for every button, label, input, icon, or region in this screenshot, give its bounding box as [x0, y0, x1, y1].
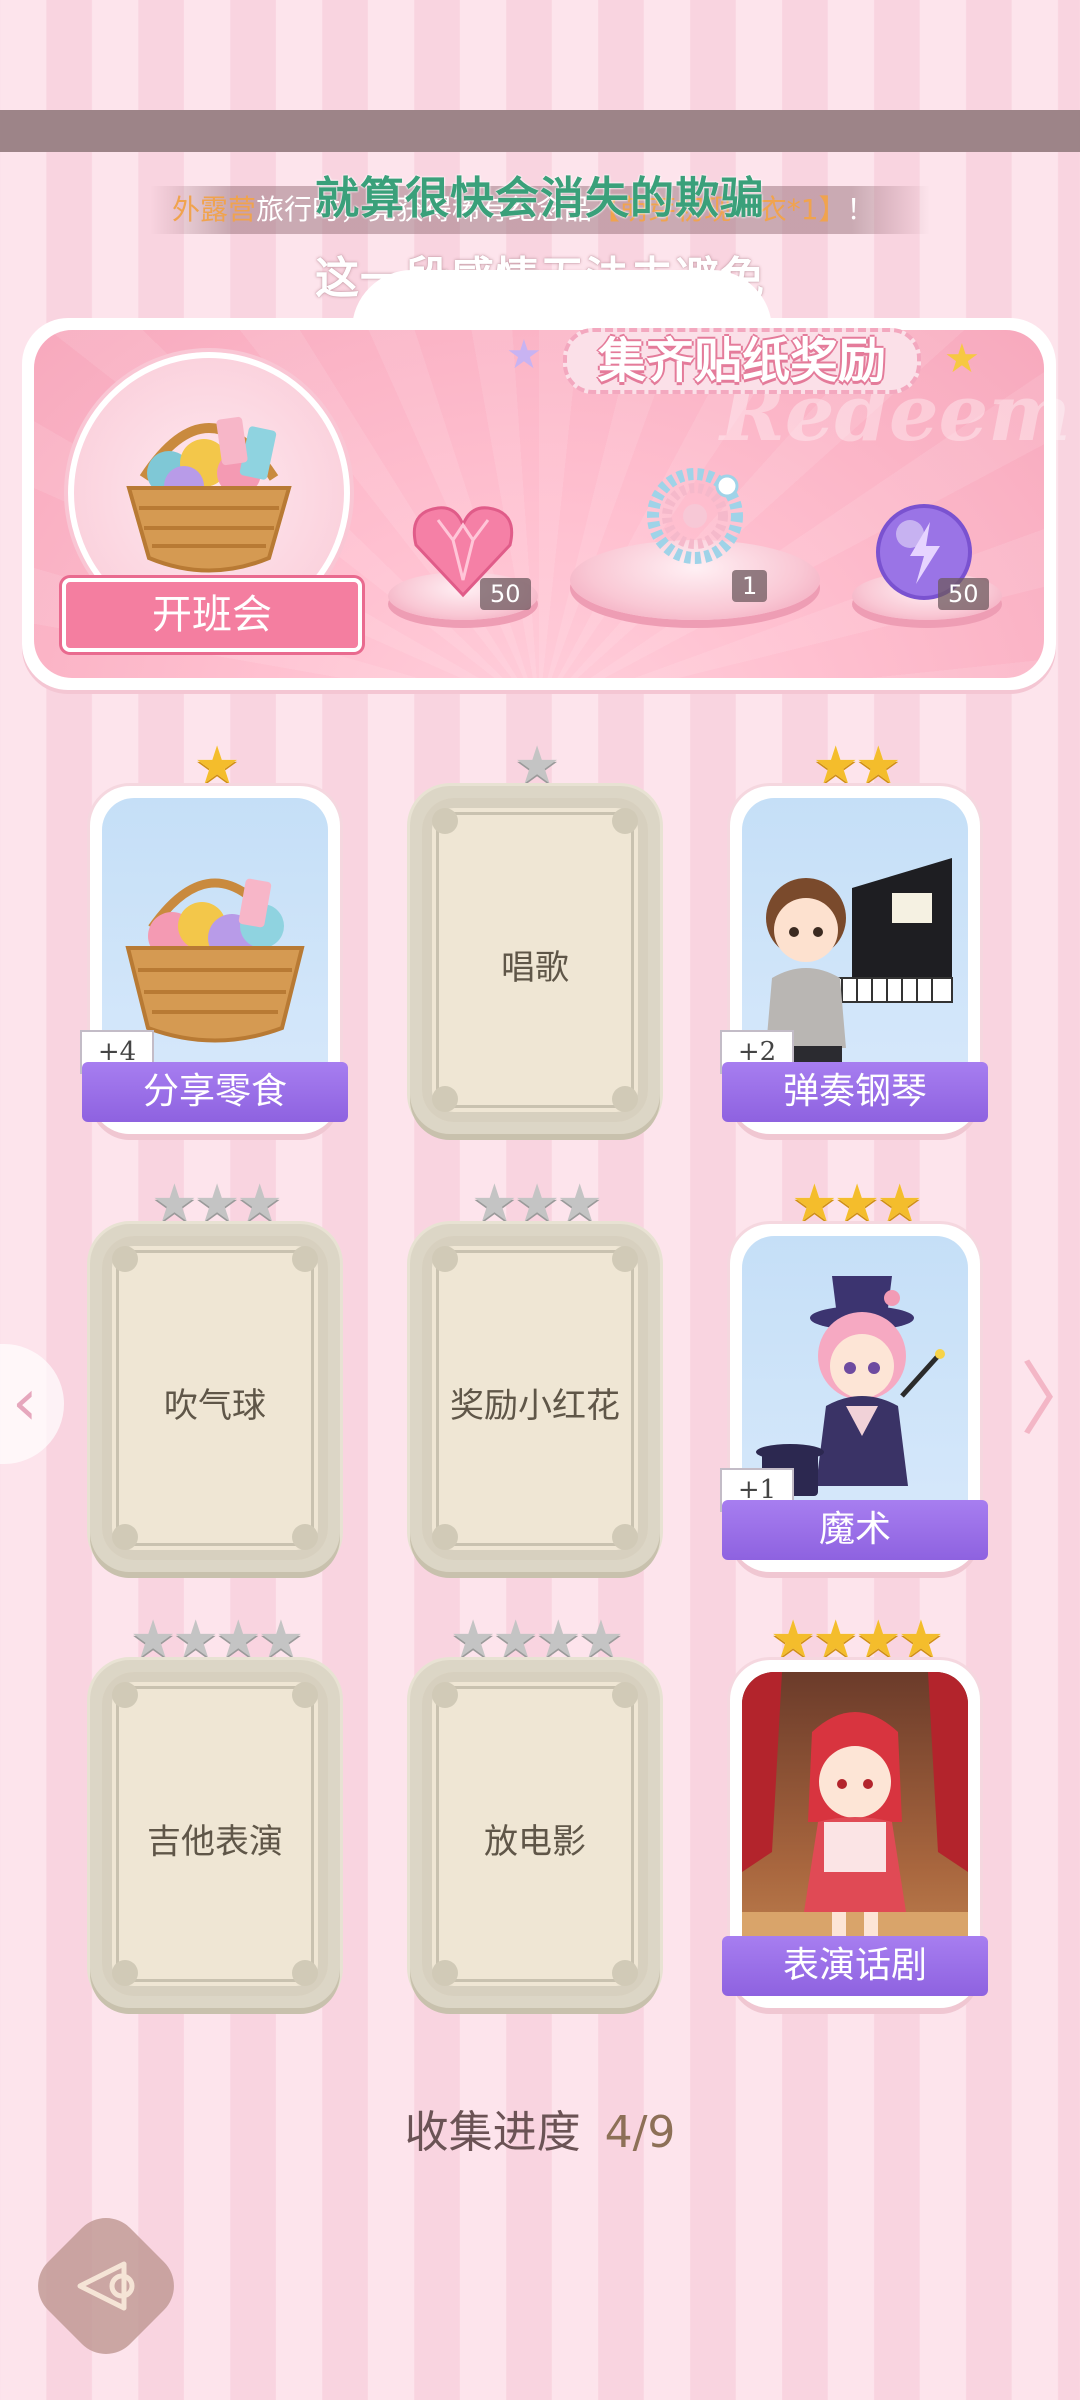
sticker-card-blow-balloons[interactable]: 吹气球 [90, 1224, 340, 1572]
pearl-bracelet-icon [647, 468, 743, 564]
sticker-card-share-snacks[interactable]: +4 分享零食 [80, 786, 348, 1134]
card-7-stars: ★★★★ [90, 1614, 340, 1666]
reward-item-2[interactable] [635, 456, 755, 576]
card-frame: 吹气球 [102, 1236, 328, 1560]
card-4-stars: ★★★ [90, 1178, 340, 1230]
frame-corner [432, 1086, 458, 1112]
card-3-stars: ★★ [730, 740, 980, 792]
card-8-stars: ★★★★ [410, 1614, 660, 1666]
reward-qty-3: 50 [938, 578, 989, 610]
frame-corner [292, 1960, 318, 1986]
top-status-bar [0, 110, 1080, 152]
card-1-stars: ★ [90, 740, 340, 792]
frame-corner [112, 1246, 138, 1272]
frame-corner [432, 1246, 458, 1272]
card-frame: 唱歌 [422, 798, 648, 1122]
frame-corner [432, 1960, 458, 1986]
card-name: 放电影 [484, 1822, 586, 1862]
sticker-card-drama[interactable]: 表演话剧 [722, 1660, 988, 2008]
chevron-left-icon: ‹ [12, 1366, 38, 1440]
frame-corner [612, 1086, 638, 1112]
chevron-right-icon: 〉 [1020, 1353, 1080, 1446]
lyric-line-1: 就算很快会消失的欺骗 [315, 173, 765, 224]
card-name: 唱歌 [501, 948, 569, 988]
frame-corner [612, 808, 638, 834]
sticker-card-play-piano[interactable]: +2 弹奏钢琴 [720, 786, 988, 1134]
card-name: 分享零食 [82, 1062, 348, 1122]
title-star-right-icon: ★ [944, 336, 980, 382]
reward-qty-1: 50 [480, 578, 531, 610]
card-frame: 吉他表演 [102, 1672, 328, 1996]
reward-qty-2: 1 [732, 570, 768, 602]
card-frame: 放电影 [422, 1672, 648, 1996]
frame-corner [292, 1246, 318, 1272]
frame-corner [432, 808, 458, 834]
frame-corner [612, 1524, 638, 1550]
frame-corner [112, 1524, 138, 1550]
frame-corner [292, 1524, 318, 1550]
sticker-card-singing[interactable]: 唱歌 [410, 786, 660, 1134]
card-name: 魔术 [722, 1500, 988, 1560]
collection-progress: 收集进度 4/9 [0, 2096, 1080, 2160]
frame-corner [612, 1246, 638, 1272]
card-2-stars: ★ [410, 740, 660, 792]
card-name: 表演话剧 [722, 1936, 988, 1996]
frame-corner [432, 1682, 458, 1708]
banner-title: 集齐贴纸奖励 [563, 328, 921, 394]
sticker-card-movie[interactable]: 放电影 [410, 1660, 660, 2008]
back-arrow-icon [77, 2261, 135, 2311]
sticker-card-reward-red-flower[interactable]: 奖励小红花 [410, 1224, 660, 1572]
card-5-stars: ★★★ [410, 1178, 660, 1230]
frame-corner [292, 1682, 318, 1708]
frame-corner [112, 1682, 138, 1708]
card-name: 弹奏钢琴 [722, 1062, 988, 1122]
progress-label: 收集进度 [404, 2107, 581, 2158]
sticker-card-guitar-show[interactable]: 吉他表演 [90, 1660, 340, 2008]
card-6-stars: ★★★ [730, 1178, 980, 1230]
title-star-left-icon: ★ [506, 332, 542, 378]
frame-corner [612, 1682, 638, 1708]
card-name: 奖励小红花 [450, 1386, 620, 1426]
sticker-card-magic[interactable]: +1 魔术 [720, 1224, 988, 1572]
card-9-stars: ★★★★ [730, 1614, 980, 1666]
frame-corner [432, 1524, 458, 1550]
card-name: 吹气球 [164, 1386, 266, 1426]
frame-corner [112, 1960, 138, 1986]
card-name: 吉他表演 [147, 1822, 283, 1862]
prev-page-button[interactable]: ‹ [0, 1344, 64, 1464]
next-page-button[interactable]: 〉 [1020, 1360, 1080, 1440]
progress-value: 4/9 [604, 2107, 676, 2158]
frame-corner [612, 1960, 638, 1986]
card-frame: 奖励小红花 [422, 1236, 648, 1560]
event-label[interactable]: 开班会 [62, 578, 362, 652]
